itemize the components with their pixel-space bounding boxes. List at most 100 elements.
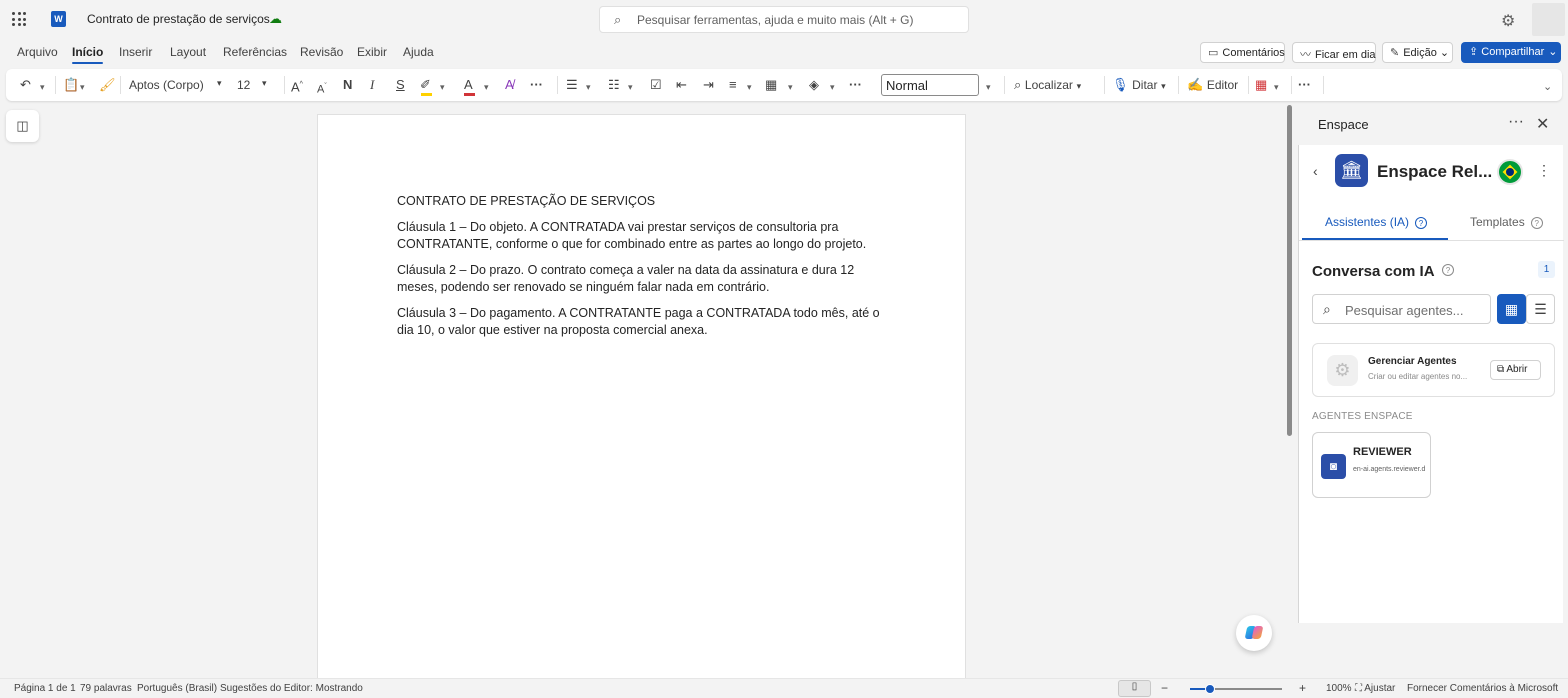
share-button[interactable]: ⇪ Compartilhar ⌄ [1461, 42, 1561, 63]
close-icon[interactable]: ✕ [1536, 114, 1549, 134]
undo-icon[interactable]: ↶ [20, 77, 31, 93]
shading-dropdown-icon[interactable]: ▾ [830, 79, 835, 95]
shrink-font-icon[interactable]: Aˇ [317, 79, 327, 98]
shading-icon[interactable]: ◈ [809, 77, 819, 93]
highlight-icon[interactable]: ✐ [420, 77, 431, 93]
tab-divider [1299, 240, 1564, 241]
feedback-link[interactable]: Fornecer Comentários à Microsoft [1407, 683, 1558, 694]
search-icon: ⌕ [614, 12, 622, 27]
editing-mode-button[interactable]: ✎ Edição ⌄ [1382, 42, 1453, 63]
kebab-menu-icon[interactable]: ⋮ [1537, 162, 1551, 179]
font-size-select[interactable]: 12 ▾ [237, 74, 277, 96]
numbering-dropdown-icon[interactable]: ▾ [628, 79, 633, 95]
word-count[interactable]: 79 palavras [80, 683, 132, 694]
document-body[interactable]: CONTRATO DE PRESTAÇÃO DE SERVIÇOS Cláusu… [397, 193, 897, 348]
checklist-icon[interactable]: ☑ [650, 77, 662, 93]
find-button[interactable]: ⌕ Localizar ▾ [1014, 77, 1081, 94]
clause-2[interactable]: Cláusula 2 – Do prazo. O contrato começa… [397, 262, 897, 296]
font-name-select[interactable]: Aptos (Corpo) ▾ [129, 74, 229, 96]
zoom-out-icon[interactable]: − [1161, 681, 1168, 695]
back-chevron-icon[interactable]: ‹ [1313, 163, 1318, 179]
settings-icon[interactable]: ⚙ [1501, 11, 1515, 31]
menu-revisao[interactable]: Revisão [300, 45, 343, 59]
clause-3[interactable]: Cláusula 3 – Do pagamento. A CONTRATANTE… [397, 305, 897, 339]
zoom-in-icon[interactable]: + [1299, 681, 1306, 695]
divider [1291, 76, 1292, 94]
align-icon[interactable]: ≡ [729, 77, 737, 93]
grid-view-icon[interactable]: ▦ [1497, 294, 1526, 324]
bold-icon[interactable]: N [343, 77, 352, 93]
saved-cloud-icon[interactable]: ☁ [269, 12, 283, 26]
zoom-slider-thumb[interactable] [1205, 684, 1216, 694]
bullets-icon[interactable]: ☰ [566, 77, 578, 93]
document-heading[interactable]: CONTRATO DE PRESTAÇÃO DE SERVIÇOS [397, 193, 897, 210]
menu-exibir[interactable]: Exibir [357, 45, 387, 59]
manage-agents-card[interactable]: ⚙ Gerenciar Agentes Criar ou editar agen… [1312, 343, 1555, 397]
clipboard-dropdown-icon[interactable]: ▾ [80, 79, 85, 95]
page-count[interactable]: Página 1 de 1 [14, 683, 76, 694]
tab-templates[interactable]: Templates? [1470, 215, 1543, 229]
more-font-options-icon[interactable]: ··· [530, 77, 543, 93]
bullets-dropdown-icon[interactable]: ▾ [586, 79, 591, 95]
agent-search-input[interactable]: ⌕ Pesquisar agentes... [1312, 294, 1491, 324]
menu-layout[interactable]: Layout [170, 45, 206, 59]
more-options-icon[interactable]: ··· [1298, 77, 1311, 93]
clear-formatting-icon[interactable]: A̸ [505, 77, 514, 93]
brazil-flag-icon[interactable] [1497, 159, 1523, 185]
editor-button[interactable]: ✍ Editor [1187, 77, 1238, 93]
zoom-level[interactable]: 100% [1326, 683, 1352, 694]
style-select[interactable]: Normal [881, 74, 979, 96]
font-color-icon[interactable]: A [464, 77, 473, 93]
highlight-dropdown-icon[interactable]: ▾ [440, 79, 445, 95]
borders-dropdown-icon[interactable]: ▾ [788, 79, 793, 95]
align-dropdown-icon[interactable]: ▾ [747, 79, 752, 95]
menu-inserir[interactable]: Inserir [119, 45, 152, 59]
dictate-button[interactable]: 🎙 Ditar ▾ [1112, 77, 1166, 94]
format-painter-icon[interactable]: 🖌 [99, 77, 116, 93]
copilot-icon[interactable] [1236, 615, 1272, 651]
status-bar: Página 1 de 1 79 palavras Português (Bra… [0, 678, 1568, 698]
style-dropdown-icon[interactable]: ▾ [986, 79, 991, 95]
menu-referencias[interactable]: Referências [223, 45, 287, 59]
numbering-icon[interactable]: ☷ [608, 77, 620, 93]
language-status[interactable]: Português (Brasil) [137, 683, 217, 694]
avatar[interactable] [1532, 3, 1565, 36]
more-paragraph-options-icon[interactable]: ··· [849, 77, 862, 93]
italic-icon[interactable]: I [370, 77, 374, 93]
print-layout-view-icon[interactable]: ▯ [1118, 680, 1151, 697]
borders-icon[interactable]: ▦ [765, 77, 777, 93]
document-page[interactable]: CONTRATO DE PRESTAÇÃO DE SERVIÇOS Cláusu… [317, 114, 966, 698]
fit-button[interactable]: ⛶ Ajustar [1355, 683, 1395, 694]
navigation-pane-icon[interactable]: ◫ [6, 110, 39, 142]
grow-font-icon[interactable]: A^ [291, 77, 303, 95]
comments-button[interactable]: ▭ Comentários [1200, 42, 1285, 63]
agent-card-reviewer[interactable]: ◙ REVIEWER en-ai.agents.reviewer.d [1312, 432, 1431, 498]
catchup-button[interactable]: 〰 Ficar em dia [1292, 42, 1376, 63]
menu-arquivo[interactable]: Arquivo [17, 45, 58, 59]
list-view-icon[interactable]: ☰ [1526, 294, 1555, 324]
menu-inicio[interactable]: Início [72, 45, 104, 64]
menu-ajuda[interactable]: Ajuda [403, 45, 434, 59]
ribbon-collapse-icon[interactable]: ⌄ [1543, 79, 1552, 95]
word-icon[interactable]: W [51, 11, 69, 27]
increase-indent-icon[interactable]: ⇥ [703, 77, 714, 93]
document-title[interactable]: Contrato de prestação de serviços [87, 12, 270, 26]
undo-dropdown-icon[interactable]: ▾ [40, 79, 45, 95]
editor-suggestions-status[interactable]: Sugestões do Editor: Mostrando [220, 683, 363, 694]
app-launcher-icon[interactable] [12, 12, 26, 26]
more-options-icon[interactable]: ··· [1508, 113, 1524, 131]
add-ins-dropdown-icon[interactable]: ▾ [1274, 79, 1279, 95]
clause-1[interactable]: Cláusula 1 – Do objeto. A CONTRATADA vai… [397, 219, 897, 253]
open-button[interactable]: ⧉ Abrir [1490, 360, 1541, 380]
font-color-dropdown-icon[interactable]: ▾ [484, 79, 489, 95]
decrease-indent-icon[interactable]: ⇤ [676, 77, 687, 93]
document-scrollbar[interactable] [1287, 105, 1292, 436]
tab-assistentes[interactable]: Assistentes (IA)? [1325, 215, 1428, 229]
underline-icon[interactable]: S [396, 77, 405, 93]
help-icon[interactable]: ? [1442, 264, 1454, 276]
help-icon[interactable]: ? [1530, 217, 1543, 229]
add-ins-icon[interactable]: ▦ [1255, 77, 1267, 93]
help-icon[interactable]: ? [1415, 217, 1428, 229]
search-box[interactable]: ⌕ Pesquisar ferramentas, ajuda e muito m… [599, 6, 969, 33]
clipboard-icon[interactable]: 📋 [63, 77, 79, 93]
